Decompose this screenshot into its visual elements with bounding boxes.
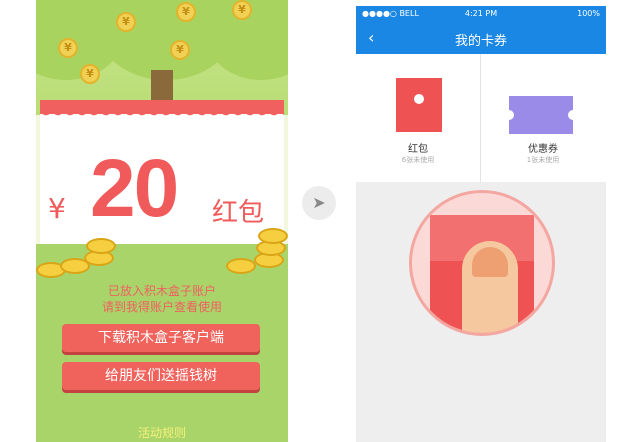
ticket-notch	[504, 110, 514, 120]
tile-label: 红包	[408, 144, 428, 155]
coin-pile-icon	[86, 238, 116, 254]
coin-icon: ¥	[58, 38, 78, 58]
tile-unused-count: 6张未使用	[401, 156, 435, 164]
view-account-message: 请到我得账户查看使用	[101, 300, 222, 314]
envelope-seal	[414, 94, 424, 104]
battery-level: 100%	[577, 9, 600, 18]
nav-bar: ‹ 我的卡券	[356, 22, 606, 54]
coin-icon: ¥	[176, 2, 196, 22]
coin-icon: ¥	[116, 12, 136, 32]
status-bar: ●●●●○ BELL 4:21 PM 100%	[356, 6, 606, 22]
coin-icon: ¥	[232, 0, 252, 20]
ticket-icon	[504, 96, 578, 134]
currency-symbol: ¥	[48, 192, 66, 225]
tile-red-packet[interactable]: 红包 6张未使用	[356, 54, 480, 182]
deposit-message: 已放入积木盒子账户	[107, 284, 216, 298]
red-packet-card: ¥ 20 红包	[40, 100, 284, 244]
arrow-right-icon: ➤	[302, 186, 336, 220]
tile-unused-count: 1张未使用	[526, 156, 560, 164]
promo-screen: ¥ ¥ ¥ ¥ ¥ ¥ ¥ 20 红包 已放入积木盒子账户 请到我得账户查看使用…	[36, 0, 288, 442]
card-scallop-edge	[40, 110, 284, 118]
money-tree-illustration: ¥ ¥ ¥ ¥ ¥ ¥	[36, 0, 288, 115]
coin-pile-icon	[226, 258, 256, 274]
tap-gesture-magnifier	[409, 190, 555, 336]
fingernail	[472, 247, 508, 277]
tile-coupon[interactable]: 优惠券 1张未使用	[481, 54, 605, 182]
coupon-categories: 红包 6张未使用 优惠券 1张未使用	[356, 54, 606, 182]
share-tree-button[interactable]: 给朋友们送摇钱树	[62, 362, 260, 390]
my-coupons-screen: ●●●●○ BELL 4:21 PM 100% ‹ 我的卡券 红包 6张未使用 …	[356, 6, 606, 442]
activity-rules-link[interactable]: 活动规则	[36, 424, 288, 441]
download-app-button[interactable]: 下载积木盒子客户端	[62, 324, 260, 352]
coin-icon: ¥	[170, 40, 190, 60]
tile-label: 优惠券	[528, 144, 558, 155]
coin-icon: ¥	[80, 64, 100, 84]
page-title: 我的卡券	[454, 34, 507, 49]
finger-tap-icon	[462, 241, 518, 333]
red-packet-label: 红包	[212, 198, 265, 228]
red-envelope-icon	[396, 78, 442, 132]
coin-pile-icon	[258, 228, 288, 244]
red-packet-amount: 20	[90, 143, 179, 234]
ticket-notch	[568, 110, 578, 120]
status-time: 4:21 PM	[464, 9, 498, 18]
